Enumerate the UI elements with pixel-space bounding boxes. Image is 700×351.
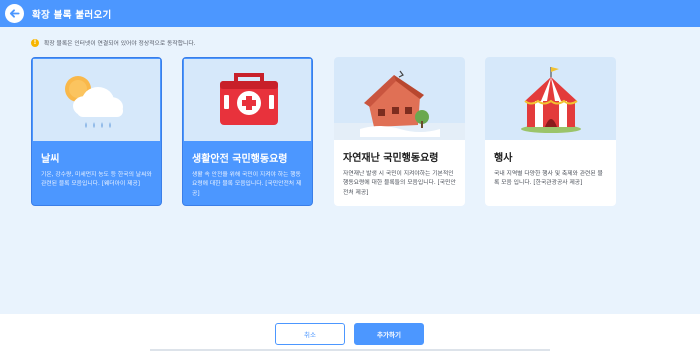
info-icon: ! [31, 38, 39, 47]
add-button[interactable]: 추가하기 [354, 323, 424, 345]
card-description: 생활 속 안전을 위해 국민이 지켜야 하는 행동요령에 대한 블록 모음입니다… [192, 172, 302, 197]
card-image [485, 57, 616, 140]
card-title: 자연재난 국민행동요령 [343, 153, 439, 164]
card-life-safety[interactable]: 생활안전 국민행동요령 생활 속 안전을 위해 국민이 지켜야 하는 행동요령에… [182, 57, 313, 206]
cancel-button[interactable]: 취소 [275, 323, 345, 345]
circus-tent-icon [521, 67, 581, 133]
footer-bar [0, 314, 700, 351]
card-title: 생활안전 국민행동요령 [192, 154, 288, 165]
card-title: 날씨 [41, 154, 60, 165]
arrow-left-icon [9, 9, 20, 18]
page-title: 확장 블록 불러오기 [32, 9, 112, 21]
header-bar: 확장 블록 불러오기 [0, 0, 700, 27]
card-events[interactable]: 행사 국내 지역별 다양한 행사 및 축제와 관련된 블록 모음 입니다. [한… [485, 57, 616, 206]
weather-icon [65, 76, 123, 128]
card-image [334, 57, 465, 140]
first-aid-kit-icon [220, 73, 278, 125]
notice: ! 확장 블록은 인터넷이 연결되어 있어야 정상적으로 동작합니다. [31, 38, 196, 47]
card-image [33, 59, 160, 141]
damaged-house-icon [334, 70, 465, 140]
back-button[interactable] [5, 4, 24, 23]
card-image [184, 59, 311, 141]
card-description: 자연재난 발생 시 국민이 지켜야하는 기본적인 행동요령에 대한 블록들의 모… [343, 171, 456, 196]
card-weather[interactable]: 날씨 기온, 강수량, 미세먼지 농도 등 한국의 날씨와 관련된 블록 모음입… [31, 57, 162, 206]
card-description: 국내 지역별 다양한 행사 및 축제와 관련된 블록 모음 입니다. [한국관광… [494, 171, 603, 187]
card-title: 행사 [494, 153, 513, 164]
notice-text: 확장 블록은 인터넷이 연결되어 있어야 정상적으로 동작합니다. [44, 41, 196, 47]
card-description: 기온, 강수량, 미세먼지 농도 등 한국의 날씨와 관련된 블록 모음입니다.… [41, 172, 152, 188]
card-natural-disaster[interactable]: 자연재난 국민행동요령 자연재난 발생 시 국민이 지켜야하는 기본적인 행동요… [334, 57, 465, 206]
